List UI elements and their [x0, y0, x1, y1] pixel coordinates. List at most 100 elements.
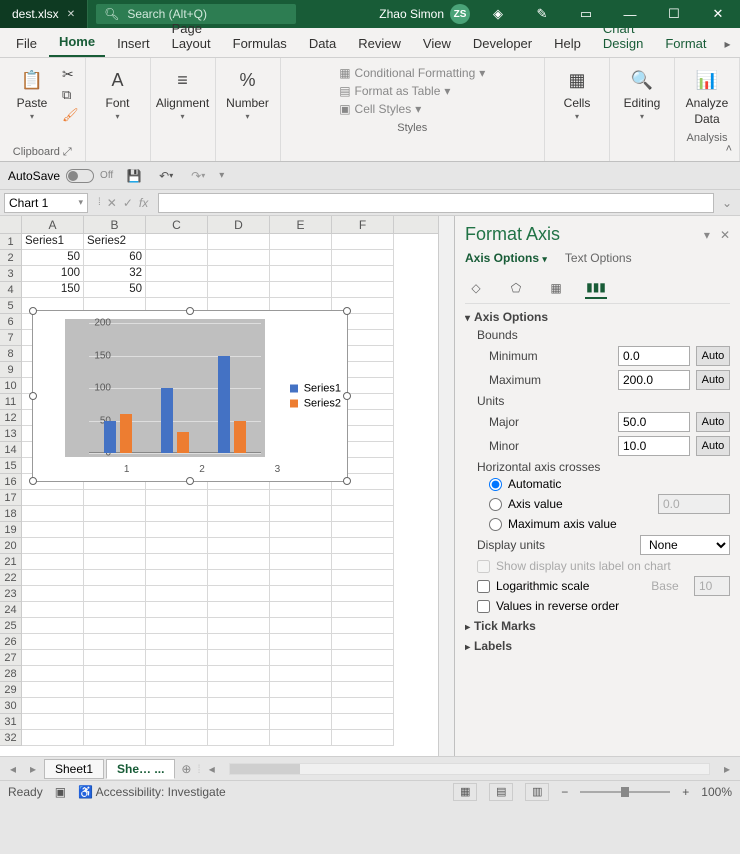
cell[interactable] — [270, 602, 332, 618]
cell[interactable] — [84, 506, 146, 522]
cell[interactable] — [208, 250, 270, 266]
cell[interactable] — [332, 570, 394, 586]
row-header[interactable]: 25 — [0, 618, 21, 634]
row-header[interactable]: 11 — [0, 394, 21, 410]
cell[interactable] — [208, 570, 270, 586]
expand-formula-bar-icon[interactable]: ⌄ — [718, 196, 736, 210]
page-break-view-icon[interactable]: ▥ — [525, 783, 549, 801]
plot-area[interactable]: 050100150200 — [65, 319, 265, 457]
cell[interactable] — [146, 730, 208, 746]
cell[interactable] — [270, 698, 332, 714]
cell[interactable] — [146, 618, 208, 634]
cell[interactable] — [84, 522, 146, 538]
chevron-down-icon[interactable]: ▾ — [246, 112, 250, 121]
qat-customize-icon[interactable]: ▾ — [219, 170, 224, 181]
cell[interactable]: Series2 — [84, 234, 146, 250]
scroll-right-icon[interactable]: ▸ — [718, 762, 736, 776]
row-header[interactable]: 24 — [0, 602, 21, 618]
cell[interactable] — [270, 522, 332, 538]
cell[interactable] — [270, 554, 332, 570]
cell[interactable] — [332, 506, 394, 522]
paste-button[interactable]: 📋 Paste ▾ — [6, 62, 58, 125]
cell[interactable] — [208, 602, 270, 618]
zoom-out-icon[interactable]: − — [561, 785, 568, 799]
new-sheet-icon[interactable]: ⊕ — [177, 762, 195, 776]
row-header[interactable]: 7 — [0, 330, 21, 346]
chevron-down-icon[interactable]: ▾ — [640, 112, 644, 121]
row-header[interactable]: 32 — [0, 730, 21, 746]
cell[interactable] — [332, 634, 394, 650]
col-header[interactable]: B — [84, 216, 146, 233]
save-icon[interactable]: 💾 — [123, 165, 145, 187]
cell[interactable] — [22, 554, 84, 570]
row-header[interactable]: 17 — [0, 490, 21, 506]
cell[interactable] — [84, 698, 146, 714]
tab-home[interactable]: Home — [49, 28, 105, 57]
cell[interactable] — [270, 650, 332, 666]
cell[interactable] — [84, 554, 146, 570]
cells-group[interactable]: ▦ Cells ▾ — [551, 62, 603, 125]
cell[interactable] — [208, 234, 270, 250]
row-header[interactable]: 31 — [0, 714, 21, 730]
record-macro-icon[interactable]: ▣ — [55, 785, 66, 799]
tab-review[interactable]: Review — [348, 30, 411, 57]
cell[interactable] — [146, 682, 208, 698]
bar[interactable] — [234, 421, 246, 454]
cell[interactable] — [146, 282, 208, 298]
tab-insert[interactable]: Insert — [107, 30, 160, 57]
cell[interactable] — [270, 570, 332, 586]
tab-chart-design[interactable]: Chart Design — [593, 15, 653, 57]
chevron-down-icon[interactable]: ▾ — [30, 112, 34, 121]
tab-developer[interactable]: Developer — [463, 30, 542, 57]
cell[interactable] — [332, 234, 394, 250]
section-tick-marks[interactable]: ▸Tick Marks — [465, 619, 730, 633]
bar[interactable] — [177, 432, 189, 453]
cell[interactable] — [84, 618, 146, 634]
cell[interactable] — [84, 730, 146, 746]
number-group[interactable]: % Number ▾ — [222, 62, 274, 125]
row-header[interactable]: 22 — [0, 570, 21, 586]
cell[interactable] — [332, 538, 394, 554]
cell[interactable] — [208, 522, 270, 538]
close-pane-icon[interactable]: ✕ — [720, 228, 730, 242]
tabs-overflow-icon[interactable]: ▸ — [719, 31, 737, 57]
bar[interactable] — [161, 388, 173, 453]
reverse-order-check[interactable]: Values in reverse order — [477, 599, 730, 613]
cancel-icon[interactable]: ✕ — [107, 196, 117, 210]
cell[interactable] — [332, 522, 394, 538]
normal-view-icon[interactable]: ▦ — [453, 783, 477, 801]
col-header[interactable]: F — [332, 216, 394, 233]
cell[interactable]: 100 — [22, 266, 84, 282]
row-header[interactable]: 4 — [0, 282, 21, 298]
cell[interactable] — [146, 650, 208, 666]
axis-options-icon[interactable]: ▮▮▮ — [585, 277, 607, 299]
cell[interactable] — [270, 730, 332, 746]
auto-button[interactable]: Auto — [696, 370, 730, 390]
font-group[interactable]: A Font ▾ — [92, 62, 144, 125]
tab-page-layout[interactable]: Page Layout — [162, 15, 221, 57]
cell[interactable] — [84, 586, 146, 602]
bounds-min-input[interactable] — [618, 346, 690, 366]
row-header[interactable]: 12 — [0, 410, 21, 426]
cell[interactable] — [146, 714, 208, 730]
next-sheet-icon[interactable]: ▸ — [24, 762, 42, 776]
tab-formulas[interactable]: Formulas — [223, 30, 297, 57]
units-major-input[interactable] — [618, 412, 690, 432]
cell[interactable] — [22, 570, 84, 586]
chevron-down-icon[interactable]: ▾ — [575, 112, 579, 121]
bar[interactable] — [120, 414, 132, 453]
cell[interactable] — [146, 506, 208, 522]
row-header[interactable]: 10 — [0, 378, 21, 394]
cell[interactable] — [146, 570, 208, 586]
cell[interactable] — [146, 602, 208, 618]
cell[interactable] — [208, 506, 270, 522]
cell[interactable] — [84, 538, 146, 554]
cell[interactable] — [22, 714, 84, 730]
cell[interactable] — [332, 682, 394, 698]
chart-legend[interactable]: Series1 Series2 — [290, 380, 341, 413]
cell[interactable] — [146, 586, 208, 602]
page-layout-view-icon[interactable]: ▤ — [489, 783, 513, 801]
cell[interactable] — [22, 634, 84, 650]
embedded-chart[interactable]: 050100150200 Series1 Series2 123 — [32, 310, 348, 482]
row-header[interactable]: 8 — [0, 346, 21, 362]
